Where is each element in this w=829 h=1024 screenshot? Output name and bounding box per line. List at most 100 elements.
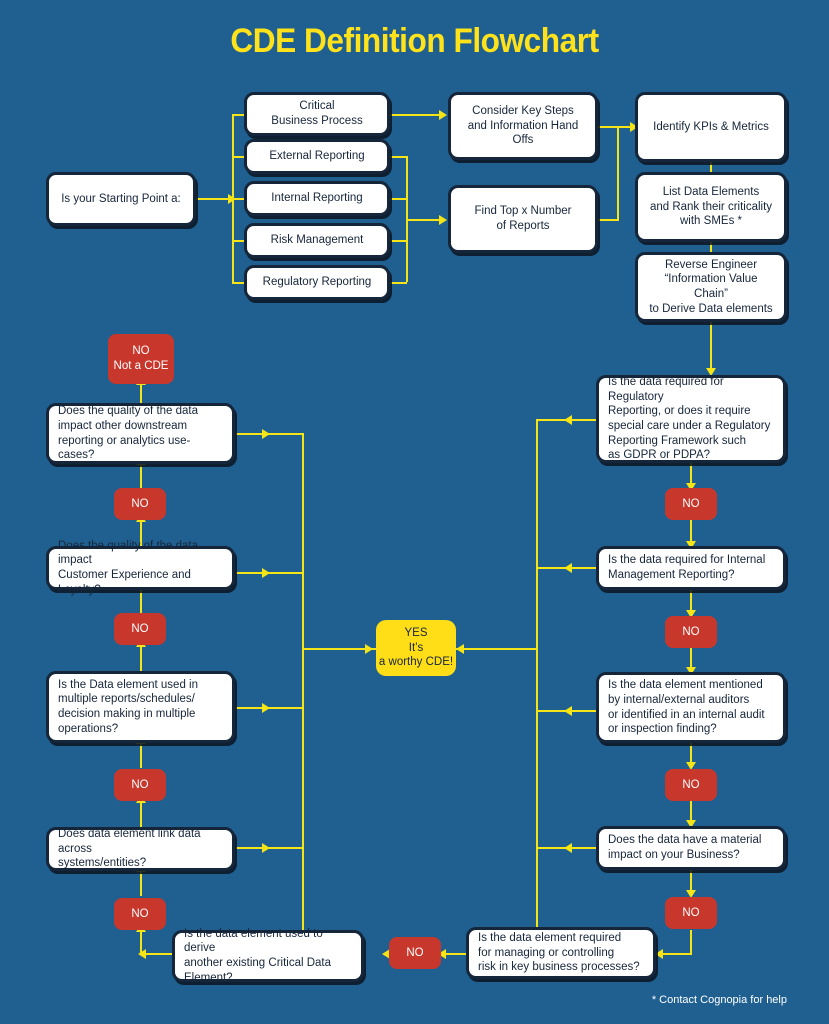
arrow-yes-right-in-icon [456, 644, 464, 654]
node-question-link-data-across-systems[interactable]: Does data element link data across syste… [46, 827, 235, 871]
arrow-lq1-yes-icon [262, 843, 270, 853]
connector-left-bus [302, 433, 304, 933]
connector-spine-to-findtop [406, 219, 441, 221]
node-option-label: External Reporting [269, 150, 365, 163]
arrow-q3-yes-icon [564, 706, 572, 716]
node-option-regulatory-reporting[interactable]: Regulatory Reporting [244, 265, 390, 300]
node-reverse-engineer[interactable]: Reverse Engineer “Information Value Chai… [635, 252, 787, 322]
connector-right-bus [536, 419, 538, 933]
connector-merge-spine [617, 126, 619, 219]
node-question-material-impact[interactable]: Does the data have a material impact on … [596, 826, 786, 870]
node-question-auditors[interactable]: Is the data element mentioned by interna… [596, 672, 786, 743]
node-question-label: Does data element link data across syste… [58, 827, 201, 870]
flowchart-canvas: CDE Definition Flowchart Is your Startin… [0, 0, 829, 1024]
node-question-derive-another-cde[interactable]: Is the data element used to derive anoth… [172, 928, 364, 984]
node-option-label: Critical Business Process [271, 100, 363, 127]
connector-keysteps-out [597, 126, 619, 128]
connector-rightbus-to-yes [456, 648, 536, 650]
node-no-downstream-analytics[interactable]: NO [114, 488, 166, 520]
node-yes-worthy-cde[interactable]: YES It’s a worthy CDE! [376, 620, 456, 676]
arrow-findtop-in-icon [439, 215, 447, 225]
node-no-link-data[interactable]: NO [114, 898, 166, 930]
connector-no-l2-to-lq2 [140, 742, 142, 768]
node-question-label: Does the data have a material impact on … [608, 834, 762, 861]
node-list-data-elements[interactable]: List Data Elements and Rank their critic… [635, 172, 787, 242]
arrow-q2-yes-icon [564, 563, 572, 573]
connector-no4-down [690, 930, 692, 955]
arrow-lq4-yes-icon [262, 429, 270, 439]
connector-lq2-to-no-l3 [140, 645, 142, 671]
connector-no-l4-to-lq4 [140, 463, 142, 489]
node-identify-kpis[interactable]: Identify KPIs & Metrics [635, 92, 787, 162]
node-question-downstream-analytics[interactable]: Does the quality of the data impact othe… [46, 403, 235, 464]
node-no-regulatory[interactable]: NO [665, 488, 717, 520]
footnote: * Contact Cognopia for help [651, 994, 787, 1006]
node-process-label: Consider Key Steps and Information Hand … [467, 104, 579, 147]
arrow-lq2-yes-icon [262, 703, 270, 713]
connector-regulatory-out [389, 282, 407, 284]
node-option-external-reporting[interactable]: External Reporting [244, 139, 390, 174]
node-process-label: Find Top x Number of Reports [474, 205, 572, 232]
node-question-label: Does the quality of the data impact othe… [58, 405, 199, 462]
arrow-start-out-icon [228, 194, 236, 204]
node-no-label: NO [131, 907, 149, 920]
arrow-bottomleftq-out-icon [138, 949, 146, 959]
node-question-regulatory-reporting[interactable]: Is the data required for Regulatory Repo… [596, 375, 786, 463]
node-question-label: Is the data element used to derive anoth… [184, 927, 332, 984]
node-no-material-impact[interactable]: NO [665, 897, 717, 929]
node-question-customer-experience[interactable]: Does the quality of the data impact Cust… [46, 540, 235, 596]
node-not-a-cde-label: NO Not a CDE [113, 345, 169, 372]
node-start[interactable]: Is your Starting Point a: [46, 172, 196, 226]
node-no-label: NO [682, 778, 700, 791]
node-question-internal-management-reporting[interactable]: Is the data required for Internal Manage… [596, 546, 786, 590]
node-process-label: List Data Elements and Rank their critic… [649, 185, 773, 228]
node-question-label: Is the Data element used in multiple rep… [58, 678, 198, 735]
node-start-label: Is your Starting Point a: [61, 192, 181, 205]
node-process-label: Identify KPIs & Metrics [653, 120, 769, 133]
node-no-label: NO [682, 497, 700, 510]
node-no-label: NO [131, 778, 149, 791]
node-option-critical-business-process[interactable]: Critical Business Process [244, 92, 390, 136]
page-title: CDE Definition Flowchart [230, 22, 599, 60]
connector-cbp-to-keysteps [389, 114, 441, 116]
node-question-label: Is the data element required for managin… [478, 931, 640, 974]
node-not-a-cde[interactable]: NO Not a CDE [108, 334, 174, 384]
connector-no-l1-to-lq1 [140, 870, 142, 896]
node-no-auditors[interactable]: NO [665, 769, 717, 801]
node-question-label: Is the data element mentioned by interna… [608, 679, 765, 736]
node-question-multiple-reports[interactable]: Is the Data element used in multiple rep… [46, 671, 235, 743]
node-yes-label: YES It’s a worthy CDE! [378, 626, 454, 669]
connector-reverse-to-q1 [710, 321, 712, 371]
node-no-multiple-reports[interactable]: NO [114, 769, 166, 801]
arrow-lq3-yes-icon [262, 568, 270, 578]
node-no-label: NO [406, 946, 424, 959]
connector-risk-out [389, 240, 407, 242]
node-no-internal-management[interactable]: NO [665, 616, 717, 648]
node-option-risk-management[interactable]: Risk Management [244, 223, 390, 258]
node-option-label: Regulatory Reporting [262, 276, 372, 289]
node-question-label: Does the quality of the data impact Cust… [58, 539, 199, 596]
node-no-label: NO [131, 497, 149, 510]
node-find-top-x-reports[interactable]: Find Top x Number of Reports [448, 185, 598, 253]
arrow-keysteps-in-icon [439, 110, 447, 120]
connector-lq1-to-no-l2 [140, 801, 142, 827]
node-question-label: Is the data required for Internal Manage… [608, 554, 766, 581]
arrow-yes-left-in-icon [365, 644, 373, 654]
node-option-label: Internal Reporting [271, 192, 363, 205]
node-no-risk-key-processes[interactable]: NO [389, 937, 441, 969]
connector-internal-out [389, 198, 407, 200]
node-question-label: Is the data required for Regulatory Repo… [608, 375, 771, 462]
node-process-label: Reverse Engineer “Information Value Chai… [649, 258, 773, 315]
node-question-risk-key-processes[interactable]: Is the data element required for managin… [466, 927, 656, 979]
node-option-internal-reporting[interactable]: Internal Reporting [244, 181, 390, 216]
connector-external-out [389, 156, 407, 158]
node-no-label: NO [131, 622, 149, 635]
arrow-q4-yes-icon [564, 843, 572, 853]
arrow-q1-yes-icon [564, 415, 572, 425]
node-no-label: NO [682, 906, 700, 919]
node-consider-key-steps[interactable]: Consider Key Steps and Information Hand … [448, 92, 598, 160]
node-no-label: NO [682, 625, 700, 638]
node-option-label: Risk Management [270, 234, 364, 247]
node-no-customer-experience[interactable]: NO [114, 613, 166, 645]
connector-findtop-out [597, 219, 619, 221]
